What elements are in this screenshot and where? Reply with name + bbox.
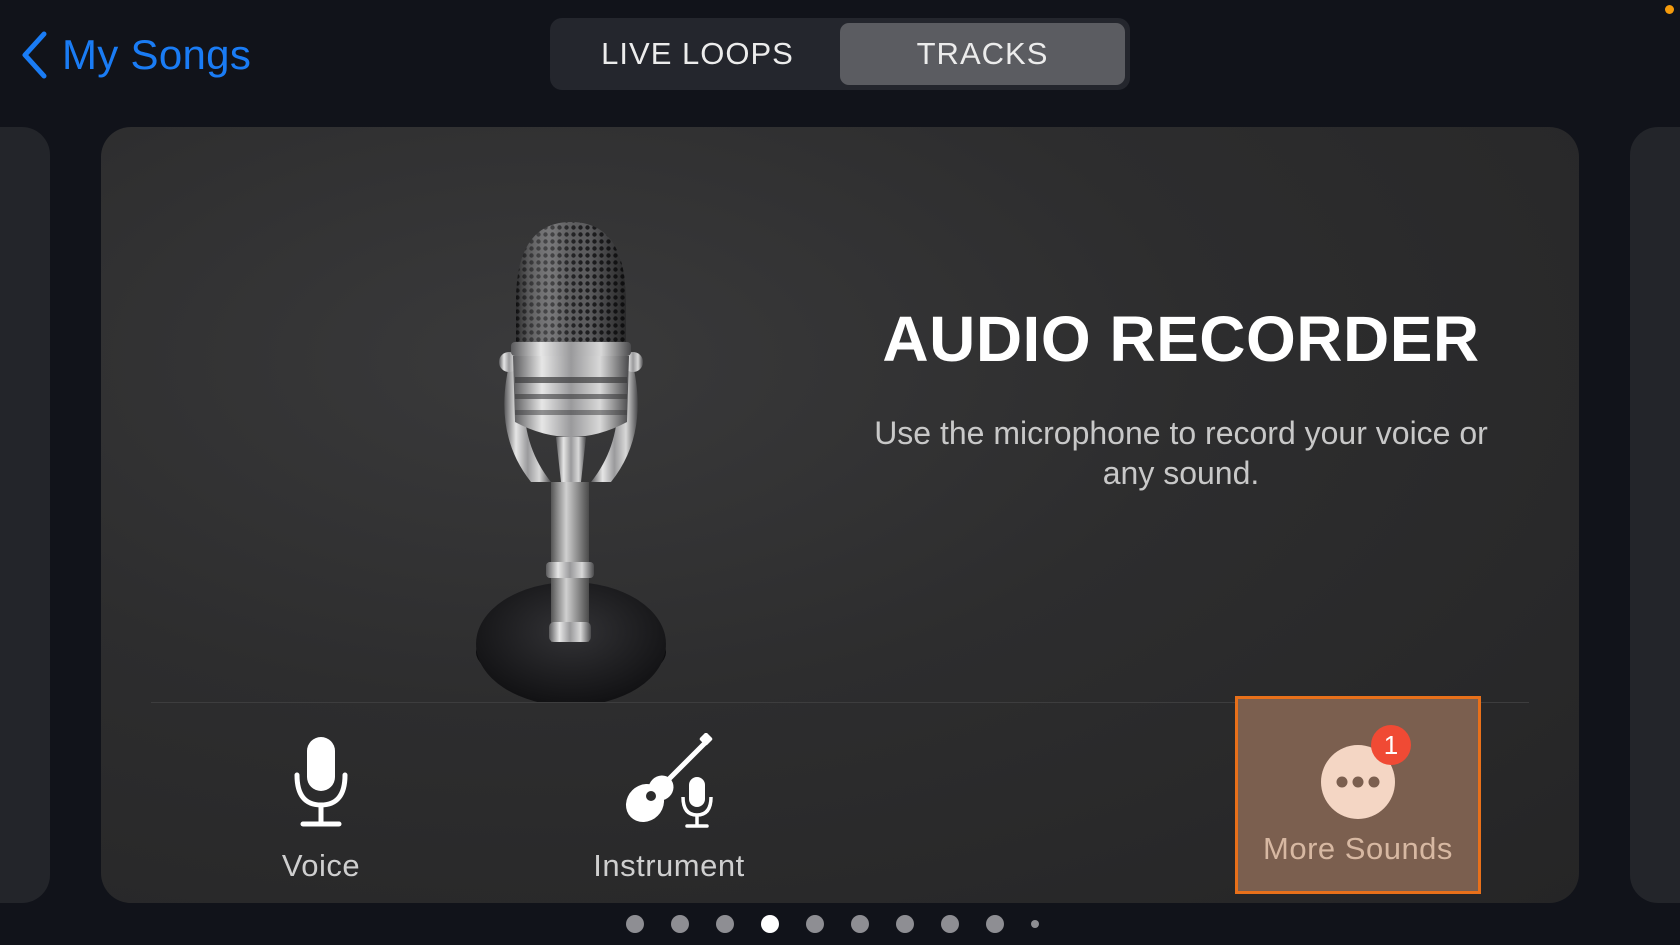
- instrument-option-button[interactable]: Instrument: [569, 724, 769, 902]
- app-screen: My Songs LIVE LOOPS TRACKS AUDIO RECORDE…: [0, 0, 1680, 945]
- view-segmented-control: LIVE LOOPS TRACKS: [550, 18, 1130, 90]
- audio-recorder-card: AUDIO RECORDER Use the microphone to rec…: [101, 127, 1579, 903]
- tab-live-loops[interactable]: LIVE LOOPS: [555, 23, 840, 85]
- page-dot[interactable]: [806, 915, 824, 933]
- chevron-left-icon: [20, 31, 48, 79]
- back-label: My Songs: [62, 31, 252, 78]
- vintage-microphone-illustration: [381, 182, 801, 706]
- page-dot[interactable]: [761, 915, 779, 933]
- icon-container: [291, 724, 351, 834]
- page-dot[interactable]: [851, 915, 869, 933]
- card-description-line-2: any sound.: [1102, 455, 1260, 491]
- more-sounds-label: More Sounds: [1263, 831, 1453, 866]
- page-dot[interactable]: [626, 915, 644, 933]
- guitar-microphone-icon: [619, 732, 719, 834]
- more-sounds-option-button[interactable]: 1 More Sounds: [1235, 696, 1481, 894]
- voice-option-button[interactable]: Voice: [251, 724, 391, 902]
- tab-tracks[interactable]: TRACKS: [840, 23, 1125, 85]
- page-dot[interactable]: [716, 915, 734, 933]
- microphone-icon: [291, 733, 351, 834]
- card-description: Use the microphone to record your voice …: [801, 413, 1561, 493]
- next-instrument-card[interactable]: [1630, 127, 1680, 903]
- page-dot[interactable]: [986, 915, 1004, 933]
- voice-label: Voice: [281, 848, 361, 883]
- back-button-my-songs[interactable]: My Songs: [20, 22, 251, 88]
- notification-badge: 1: [1371, 725, 1411, 765]
- icon-container: 1: [1238, 699, 1478, 819]
- card-title: AUDIO RECORDER: [882, 303, 1480, 375]
- instrument-label: Instrument: [593, 848, 745, 883]
- page-dot[interactable]: [1031, 920, 1039, 928]
- recording-indicator-dot: [1665, 5, 1674, 14]
- icon-container: [619, 724, 719, 834]
- page-dot[interactable]: [671, 915, 689, 933]
- page-indicator[interactable]: [626, 915, 1066, 933]
- previous-instrument-card[interactable]: [0, 127, 50, 903]
- page-dot[interactable]: [896, 915, 914, 933]
- card-description-line-1: Use the microphone to record your voice …: [874, 415, 1488, 451]
- page-dot[interactable]: [941, 915, 959, 933]
